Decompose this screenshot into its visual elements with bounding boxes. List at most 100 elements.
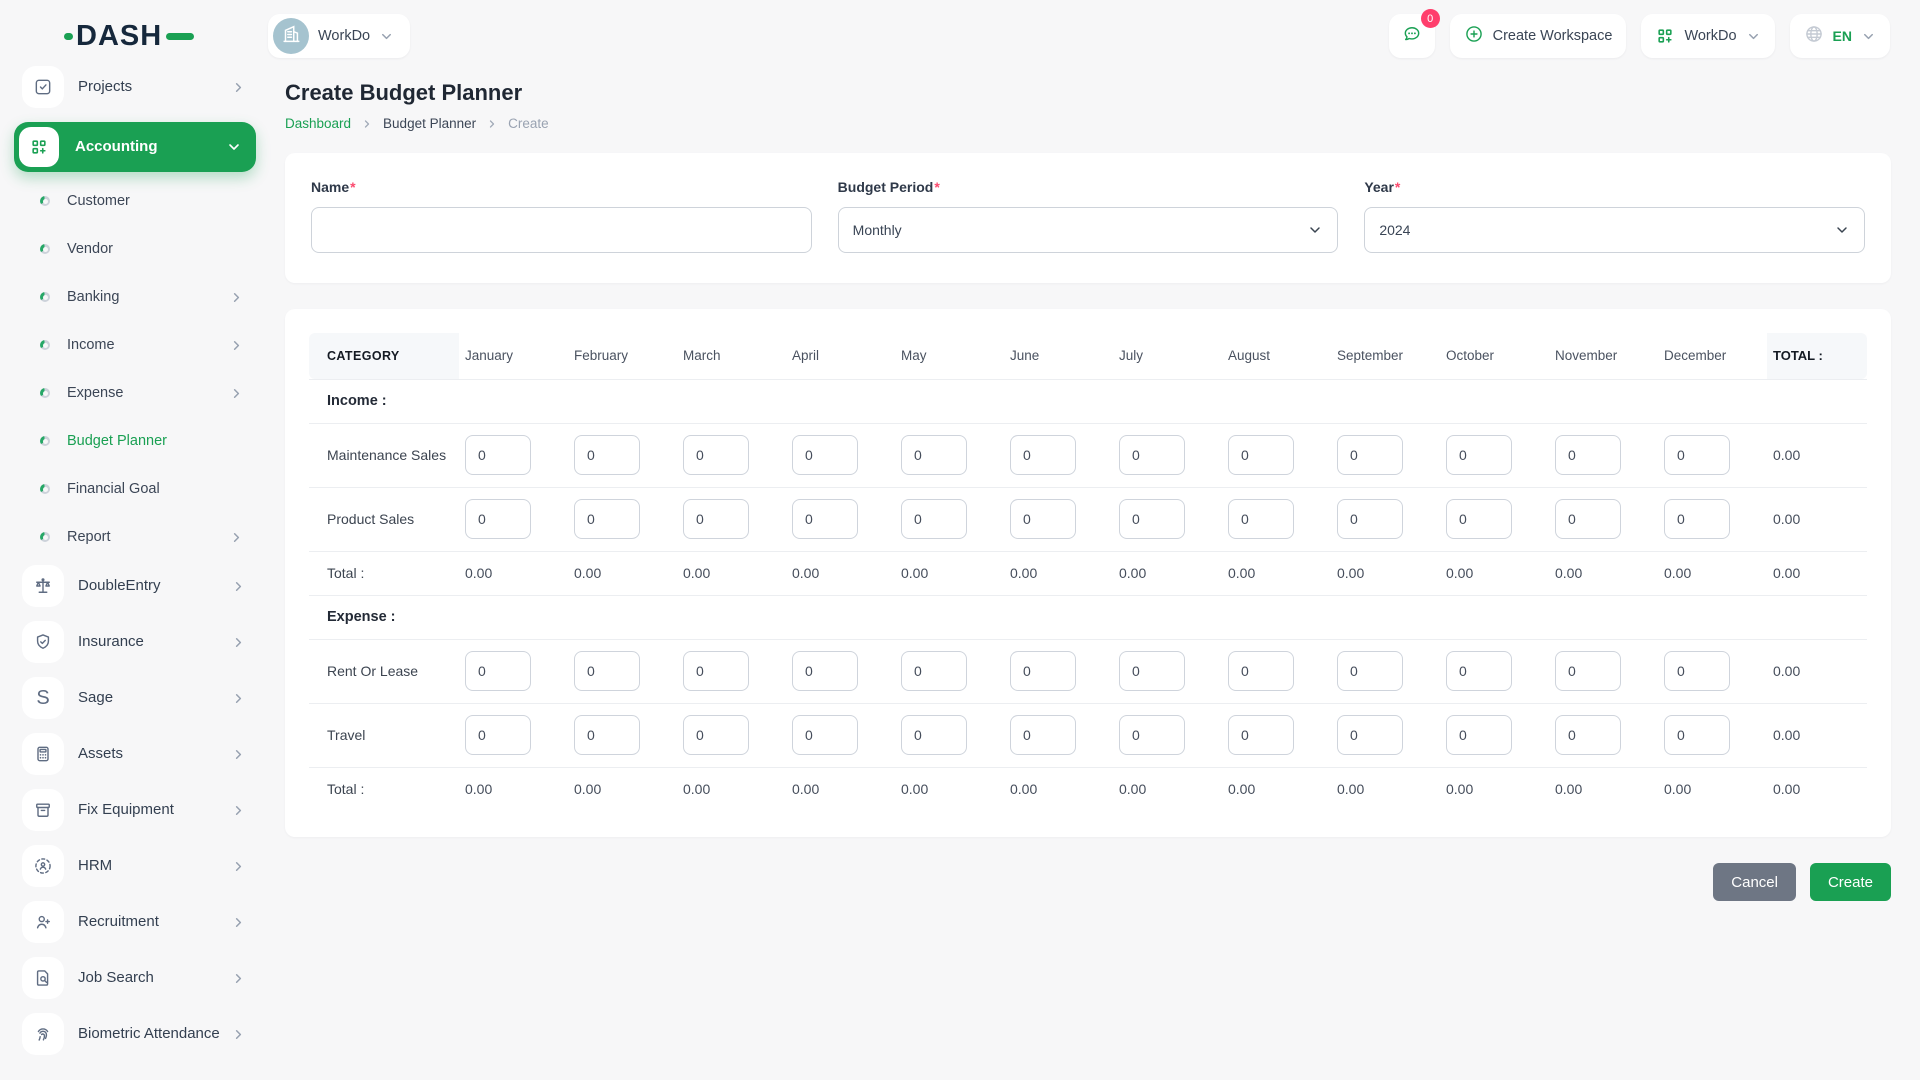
- sidebar-item-label: Fix Equipment: [78, 800, 174, 818]
- budget-period-select[interactable]: Monthly: [837, 207, 1339, 253]
- budget-input[interactable]: [574, 499, 640, 539]
- budget-input[interactable]: [1555, 499, 1621, 539]
- budget-input[interactable]: [1119, 499, 1185, 539]
- budget-input[interactable]: [683, 435, 749, 475]
- sidebar-item-insurance[interactable]: Insurance: [14, 621, 256, 663]
- sidebar-item-banking[interactable]: Banking: [14, 277, 256, 317]
- budget-input[interactable]: [574, 435, 640, 475]
- budget-input[interactable]: [792, 651, 858, 691]
- messages-button[interactable]: 0: [1388, 9, 1440, 58]
- budget-input[interactable]: [1337, 435, 1403, 475]
- budget-input[interactable]: [1664, 435, 1730, 475]
- sidebar-item-customer[interactable]: Customer: [14, 181, 256, 221]
- create-button[interactable]: Create: [1809, 863, 1891, 901]
- budget-input[interactable]: [1010, 715, 1076, 755]
- sidebar-item-report[interactable]: Report: [14, 517, 256, 557]
- logo-text: DASH: [76, 19, 163, 52]
- sidebar-item-job-search[interactable]: Job Search: [14, 957, 256, 999]
- name-input[interactable]: [311, 207, 812, 253]
- budget-input[interactable]: [1228, 499, 1294, 539]
- sidebar-item-budget-planner[interactable]: Budget Planner: [14, 421, 256, 461]
- budget-input[interactable]: [1010, 651, 1076, 691]
- year-select[interactable]: 2024: [1364, 207, 1865, 253]
- budget-input[interactable]: [683, 651, 749, 691]
- month-cell: [1004, 422, 1113, 487]
- bullet-icon: [40, 436, 50, 446]
- sidebar-item-accounting[interactable]: Accounting: [14, 122, 256, 172]
- category-label: Travel: [309, 702, 459, 767]
- sidebar-item-doubleentry[interactable]: DoubleEntry: [14, 565, 256, 607]
- budget-input[interactable]: [574, 651, 640, 691]
- budget-input[interactable]: [1337, 499, 1403, 539]
- budget-input[interactable]: [792, 435, 858, 475]
- budget-input[interactable]: [792, 499, 858, 539]
- sidebar-item-fix-equipment[interactable]: Fix Equipment: [14, 789, 256, 831]
- budget-input[interactable]: [1446, 715, 1512, 755]
- workspace-selector[interactable]: WorkDo: [268, 14, 411, 58]
- sidebar-item-recruitment[interactable]: Recruitment: [14, 901, 256, 943]
- budget-input[interactable]: [1010, 435, 1076, 475]
- sidebar-item-income[interactable]: Income: [14, 325, 256, 365]
- month-total: 0.00: [895, 550, 1004, 595]
- month-cell: [1440, 422, 1549, 487]
- budget-input[interactable]: [1337, 651, 1403, 691]
- budget-input[interactable]: [1664, 499, 1730, 539]
- budget-input[interactable]: [1555, 651, 1621, 691]
- budget-input[interactable]: [1119, 435, 1185, 475]
- budget-input[interactable]: [1555, 435, 1621, 475]
- sidebar-item-financial-goal[interactable]: Financial Goal: [14, 469, 256, 509]
- name-field-group: Name*: [311, 179, 812, 253]
- month-cell: [1004, 486, 1113, 551]
- month-header: March: [683, 348, 721, 364]
- budget-input[interactable]: [465, 499, 531, 539]
- sidebar-item-biometric-attendance[interactable]: Biometric Attendance: [14, 1013, 256, 1055]
- budget-input[interactable]: [1337, 715, 1403, 755]
- budget-input[interactable]: [1664, 715, 1730, 755]
- month-cell: [786, 422, 895, 487]
- budget-input[interactable]: [1664, 651, 1730, 691]
- budget-input[interactable]: [1010, 499, 1076, 539]
- sidebar-item-hrm[interactable]: HRM: [14, 845, 256, 887]
- budget-input[interactable]: [1446, 651, 1512, 691]
- budget-input[interactable]: [901, 435, 967, 475]
- budget-input[interactable]: [465, 715, 531, 755]
- budget-input[interactable]: [901, 499, 967, 539]
- budget-input[interactable]: [901, 651, 967, 691]
- budget-input[interactable]: [1228, 435, 1294, 475]
- month-cell: [1549, 638, 1658, 703]
- budget-input[interactable]: [901, 715, 967, 755]
- budget-input[interactable]: [683, 499, 749, 539]
- sidebar-item-projects[interactable]: Projects: [14, 66, 256, 108]
- month-cell: [459, 702, 568, 767]
- cancel-button[interactable]: Cancel: [1713, 863, 1796, 901]
- budget-input[interactable]: [1228, 715, 1294, 755]
- month-cell: [1222, 638, 1331, 703]
- budget-period-field-group: Budget Period* Monthly: [837, 179, 1339, 253]
- grand-total: 0.00: [1767, 550, 1867, 595]
- budget-input[interactable]: [1119, 651, 1185, 691]
- workspace-menu-button[interactable]: WorkDo: [1641, 14, 1775, 58]
- sidebar-item-sage[interactable]: S Sage: [14, 677, 256, 719]
- budget-input[interactable]: [1446, 499, 1512, 539]
- language-label: EN: [1832, 28, 1852, 44]
- chevron-right-icon: [231, 80, 246, 95]
- budget-input[interactable]: [1228, 651, 1294, 691]
- bullet-icon: [40, 196, 50, 206]
- create-workspace-button[interactable]: Create Workspace: [1449, 14, 1627, 58]
- section-totals-row: Total :0.00 0.00 0.00 0.00 0.00 0.00 0.00 0.00 0…: [309, 766, 1867, 811]
- budget-input[interactable]: [1555, 715, 1621, 755]
- month-cell: [1440, 702, 1549, 767]
- breadcrumb-budget-planner[interactable]: Budget Planner: [383, 116, 476, 131]
- budget-input[interactable]: [1446, 435, 1512, 475]
- budget-input[interactable]: [465, 435, 531, 475]
- language-selector[interactable]: EN: [1789, 14, 1890, 58]
- budget-input[interactable]: [465, 651, 531, 691]
- budget-input[interactable]: [1119, 715, 1185, 755]
- budget-input[interactable]: [574, 715, 640, 755]
- breadcrumb-dashboard[interactable]: Dashboard: [285, 116, 351, 131]
- budget-input[interactable]: [683, 715, 749, 755]
- sidebar-item-assets[interactable]: Assets: [14, 733, 256, 775]
- sidebar-item-expense[interactable]: Expense: [14, 373, 256, 413]
- sidebar-item-vendor[interactable]: Vendor: [14, 229, 256, 269]
- budget-input[interactable]: [792, 715, 858, 755]
